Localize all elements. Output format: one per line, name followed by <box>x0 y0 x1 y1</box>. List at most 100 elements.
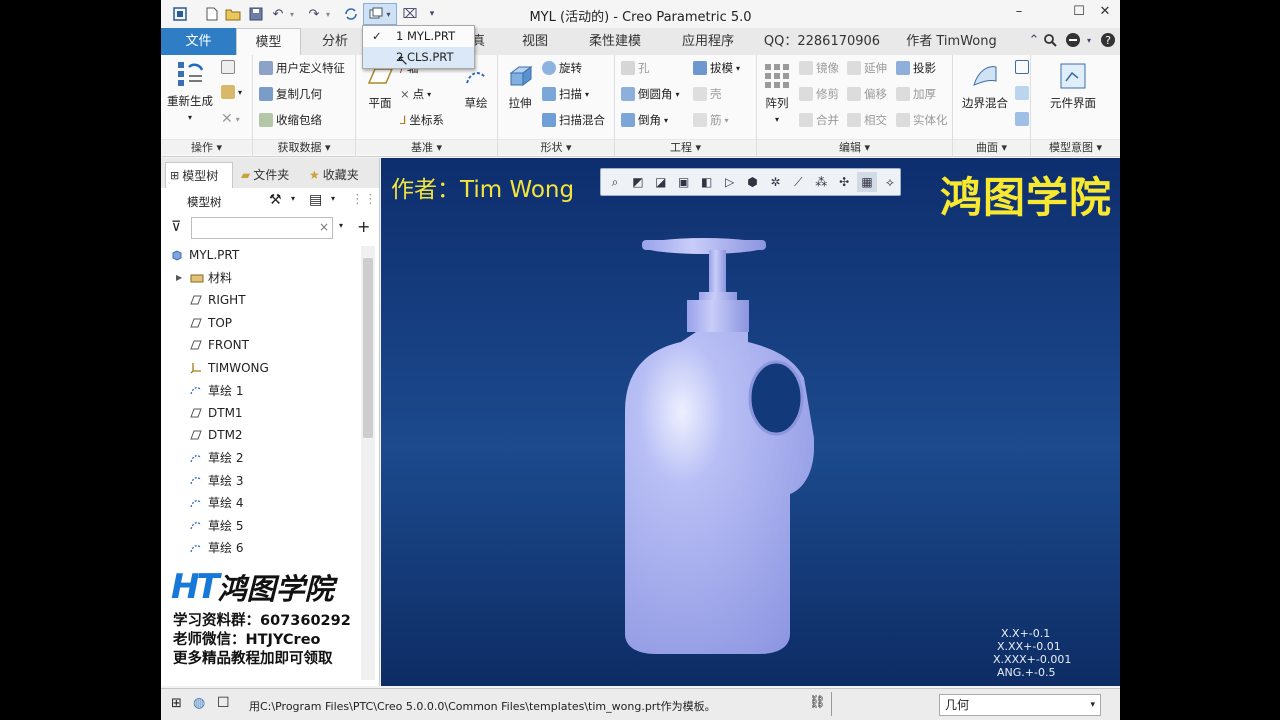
filter-icon[interactable]: ⊽ <box>171 219 181 235</box>
clear-search-icon[interactable]: × <box>319 220 329 234</box>
graphics-viewport[interactable]: 作者：Tim Wong 鸿图学院 ⌕ ◩ ◪ ▣ ◧ ▷ ⬢ ✲ ⟋ ⁂ ✣ ▦… <box>381 158 1120 686</box>
csys-button[interactable]: ⅃ 坐标系 <box>400 112 444 128</box>
tree-item[interactable]: MYL.PRT <box>161 244 361 267</box>
tab-analysis[interactable]: 分析 <box>309 28 361 55</box>
tree-item-label: 草绘 2 <box>208 451 244 466</box>
tree-item[interactable]: 草绘 1 <box>161 379 361 402</box>
tab-model[interactable]: 模型 <box>236 28 301 55</box>
paste-icon[interactable]: ▾ <box>221 85 242 99</box>
maximize-button[interactable]: ☐ <box>1066 4 1092 24</box>
full-screen-icon[interactable]: ☐ <box>217 695 230 711</box>
tree-item[interactable]: 草绘 5 <box>161 514 361 537</box>
intersect-button[interactable]: 相交 <box>847 112 887 128</box>
community-dropdown-icon[interactable]: ▾ <box>1080 31 1098 49</box>
tab-model-tree[interactable]: ⊞ 模型树 <box>165 162 233 188</box>
merge-button[interactable]: 合并 <box>799 112 839 128</box>
pattern-button[interactable]: 阵列 ▾ <box>759 61 795 125</box>
tree-item-label: MYL.PRT <box>189 248 240 263</box>
revolve-button[interactable]: 旋转 <box>542 60 582 76</box>
point-button[interactable]: × 点 ▾ <box>400 86 431 102</box>
selection-filter-select[interactable]: 几何 ▾ <box>939 694 1101 716</box>
ribbon-tabs: 文件 模型 分析 实时仿真 视图 柔性建模 应用程序 QQ：2286170906… <box>161 28 1120 55</box>
project-button[interactable]: 投影 <box>896 60 936 76</box>
tree-item[interactable]: TOP <box>161 312 361 335</box>
chamfer-button[interactable]: 倒角 ▾ <box>621 112 668 128</box>
browser-icon[interactable]: ◍ <box>193 695 205 711</box>
tree-item-label: 草绘 6 <box>208 541 244 556</box>
close-button[interactable]: ✕ <box>1092 4 1118 24</box>
tree-item[interactable]: ▶ 材料 <box>161 267 361 290</box>
shrinkwrap-button[interactable]: 收缩包络 <box>259 112 322 128</box>
watermark-line-3: 更多精品教程加即可领取 <box>173 651 333 667</box>
shell-button[interactable]: 壳 <box>693 86 722 102</box>
round-button[interactable]: 倒圆角 ▾ <box>621 86 680 102</box>
tree-scrollbar[interactable] <box>361 246 375 680</box>
settings-icon[interactable]: ⚒ <box>269 192 282 208</box>
tab-view[interactable]: 视图 <box>506 28 564 55</box>
tree-search-input[interactable] <box>191 217 333 239</box>
show-dropdown-icon[interactable]: ▾ <box>331 194 335 203</box>
extend-button[interactable]: 延伸 <box>847 60 887 76</box>
tree-item[interactable]: 草绘 2 <box>161 447 361 470</box>
search-dropdown-icon[interactable]: ▾ <box>339 221 343 230</box>
tree-item-label: DTM2 <box>208 428 243 443</box>
watermark-overlay: HT 鸿图学院 学习资料群：607360292 老师微信：HTJYCreo 更多… <box>171 566 361 667</box>
copy-geometry-button[interactable]: 复制几何 <box>259 86 322 102</box>
sketch-icon <box>190 384 202 396</box>
expand-icon[interactable]: ▶ <box>176 273 182 282</box>
tab-folder-browser[interactable]: ▰ 文件夹 <box>237 162 301 188</box>
draft-button[interactable]: 拔模 ▾ <box>693 60 740 76</box>
watermark-logo: HT 鸿图学院 <box>171 567 334 607</box>
tree-item[interactable]: 草绘 4 <box>161 492 361 515</box>
tree-item[interactable]: RIGHT <box>161 289 361 312</box>
add-icon[interactable]: + <box>357 217 370 236</box>
tree-filter-icon[interactable]: ⋮⋮ <box>351 192 377 207</box>
toggle-navigator-icon[interactable]: ⊞ <box>171 696 182 711</box>
surface-tool-1-icon[interactable] <box>1015 60 1029 74</box>
tree-item[interactable]: FRONT <box>161 334 361 357</box>
surface-tool-2-icon[interactable] <box>1015 86 1029 100</box>
sweep-button[interactable]: 扫描 ▾ <box>542 86 589 102</box>
delete-icon[interactable]: ✕ ▾ <box>221 111 240 127</box>
tree-item[interactable]: DTM1 <box>161 402 361 425</box>
component-interface-button[interactable]: 元件界面 <box>1041 61 1105 111</box>
extrude-button[interactable]: 拉伸 <box>502 61 538 111</box>
window-item-cls[interactable]: 2 CLS.PRT <box>363 47 474 68</box>
find-icon[interactable]: ⛓ <box>809 695 826 710</box>
offset-button[interactable]: 偏移 <box>847 86 887 102</box>
window-item-myl[interactable]: ✓ 1 MYL.PRT <box>363 26 474 47</box>
boundary-blend-button[interactable]: 边界混合 <box>955 61 1015 111</box>
surface-tool-3-icon[interactable] <box>1015 112 1029 126</box>
tree-item[interactable]: 草绘 6 <box>161 537 361 560</box>
thicken-button[interactable]: 加厚 <box>896 86 936 102</box>
group-label-engineering: 工程 ▾ <box>615 139 756 155</box>
show-icon[interactable]: ▤ <box>309 192 322 208</box>
settings-dropdown-icon[interactable]: ▾ <box>291 194 295 203</box>
tab-favorites[interactable]: ★ 收藏夹 <box>305 162 373 188</box>
regenerate-button[interactable]: 重新生成 ▾ <box>163 59 217 123</box>
minimize-button[interactable]: – <box>1006 4 1032 24</box>
mirror-button[interactable]: 镜像 <box>799 60 839 76</box>
tree-item[interactable]: TIMWONG <box>161 357 361 380</box>
tab-author[interactable]: 作者 TimWong <box>899 28 1004 55</box>
tree-item[interactable]: 草绘 3 <box>161 469 361 492</box>
tab-file[interactable]: 文件 <box>161 28 236 55</box>
tab-qq[interactable]: QQ：2286170906 <box>758 28 886 55</box>
swept-blend-button[interactable]: 扫描混合 <box>542 112 605 128</box>
rib-button[interactable]: 筋 ▾ <box>693 112 729 128</box>
help-icon[interactable]: ? <box>1099 31 1117 49</box>
copy-icon[interactable] <box>221 60 235 74</box>
status-message: 用C:\Program Files\PTC\Creo 5.0.0.0\Commo… <box>249 700 716 713</box>
user-defined-feature-button[interactable]: 用户定义特征 <box>259 60 345 76</box>
hole-button[interactable]: 孔 <box>621 60 650 76</box>
tree-scrollbar-thumb[interactable] <box>363 258 373 438</box>
tree-item[interactable]: DTM2 <box>161 424 361 447</box>
search-icon[interactable] <box>1041 31 1059 49</box>
solidify-button[interactable]: 实体化 <box>896 112 948 128</box>
datum-plane-icon <box>190 317 202 329</box>
tab-flexible-modeling[interactable]: 柔性建模 <box>580 28 650 55</box>
csys-icon <box>190 362 202 374</box>
tab-applications[interactable]: 应用程序 <box>673 28 743 55</box>
group-operations: 重新生成 ▾ ▾ ✕ ▾ 操作 ▾ <box>161 55 253 157</box>
trim-button[interactable]: 修剪 <box>799 86 839 102</box>
